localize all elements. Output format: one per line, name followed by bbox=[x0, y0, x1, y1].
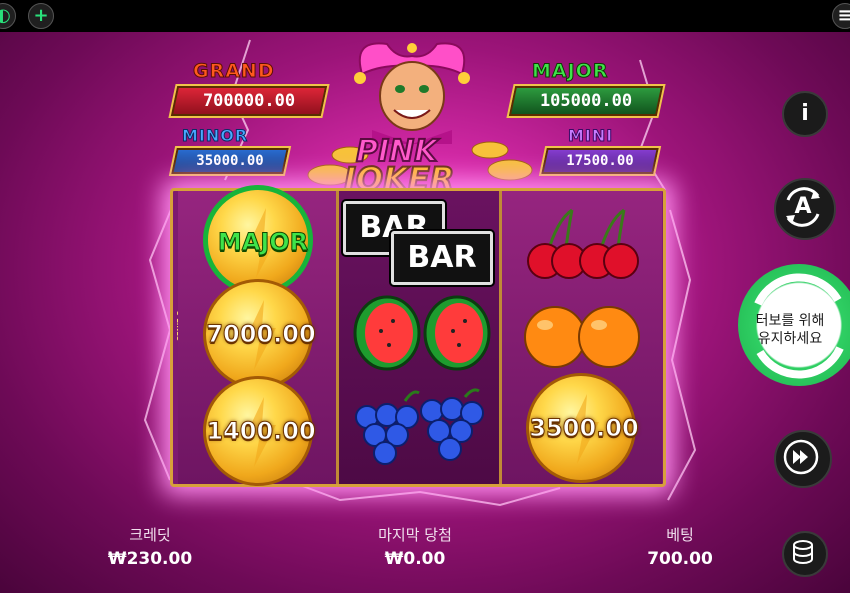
coin-symbol: 1400.00 bbox=[203, 376, 316, 486]
turbo-label-line2: 유지하세요 bbox=[757, 331, 823, 347]
fast-forward-icon bbox=[783, 439, 819, 475]
autoplay-button[interactable]: A bbox=[774, 178, 836, 240]
jackpot-major-title: MAJOR bbox=[531, 60, 609, 83]
jackpot-mini-plate: 17500.00 bbox=[538, 146, 662, 176]
jackpot-grand-title: GRAND bbox=[193, 60, 275, 83]
reel-3: 3500.00 bbox=[502, 191, 662, 484]
grapes-icon bbox=[355, 388, 484, 465]
credit-display: 크레딧 ₩230.00 bbox=[90, 524, 210, 569]
cherries-icon bbox=[527, 208, 639, 279]
watermelon-icon bbox=[353, 295, 491, 371]
reel-2: BAR BAR bbox=[339, 191, 499, 484]
jackpot-major-plate: 105000.00 bbox=[506, 84, 666, 118]
last-win-value: ₩0.00 bbox=[384, 549, 446, 569]
jackpot-grand-value: 700000.00 bbox=[202, 91, 296, 111]
coin-stack-icon bbox=[793, 540, 813, 564]
bet-value: 700.00 bbox=[647, 549, 713, 569]
turbo-label-line1: 터보를 위해 bbox=[755, 313, 825, 329]
oranges-icon bbox=[524, 306, 640, 368]
info-button[interactable]: i bbox=[782, 91, 828, 137]
jackpot-grand-plate: 700000.00 bbox=[168, 84, 330, 118]
jackpot-mini-title: MINI bbox=[567, 126, 614, 146]
coin-label: 3500.00 bbox=[529, 414, 639, 443]
coin-label: 7000.00 bbox=[206, 320, 316, 349]
coin-symbol: 3500.00 bbox=[526, 373, 639, 483]
reels-frame: 5 LINES 5 LINES MAJOR 7000.00 1400.00 BA… bbox=[170, 185, 666, 487]
turbo-label: 터보를 위해 유지하세요 bbox=[738, 312, 842, 348]
jackpot-minor-value: 35000.00 bbox=[196, 153, 264, 169]
coin-symbol: 7000.00 bbox=[203, 279, 316, 389]
last-win-label: 마지막 당첨 bbox=[378, 526, 452, 544]
fast-forward-button[interactable] bbox=[774, 430, 832, 488]
jackpot-minor-plate: 35000.00 bbox=[168, 146, 292, 176]
autoplay-label: A bbox=[794, 194, 812, 219]
coin-stack-button[interactable] bbox=[782, 531, 828, 577]
bet-label: 베팅 bbox=[666, 526, 694, 544]
bet-display[interactable]: 베팅 700.00 bbox=[620, 524, 740, 569]
coin-label: MAJOR bbox=[217, 228, 309, 257]
bar-symbol: BAR bbox=[391, 231, 493, 285]
credit-label: 크레딧 bbox=[129, 526, 171, 544]
turbo-button[interactable]: 터보를 위해 유지하세요 bbox=[738, 264, 850, 386]
jackpot-major-value: 105000.00 bbox=[539, 91, 633, 111]
coin-label: 1400.00 bbox=[206, 417, 316, 446]
jackpot-mini-value: 17500.00 bbox=[566, 153, 634, 169]
last-win-display: 마지막 당첨 ₩0.00 bbox=[350, 524, 480, 569]
reel-1: MAJOR 7000.00 1400.00 bbox=[178, 185, 338, 486]
jackpot-minor-title: MINOR bbox=[181, 126, 249, 146]
credit-value: ₩230.00 bbox=[107, 549, 193, 569]
